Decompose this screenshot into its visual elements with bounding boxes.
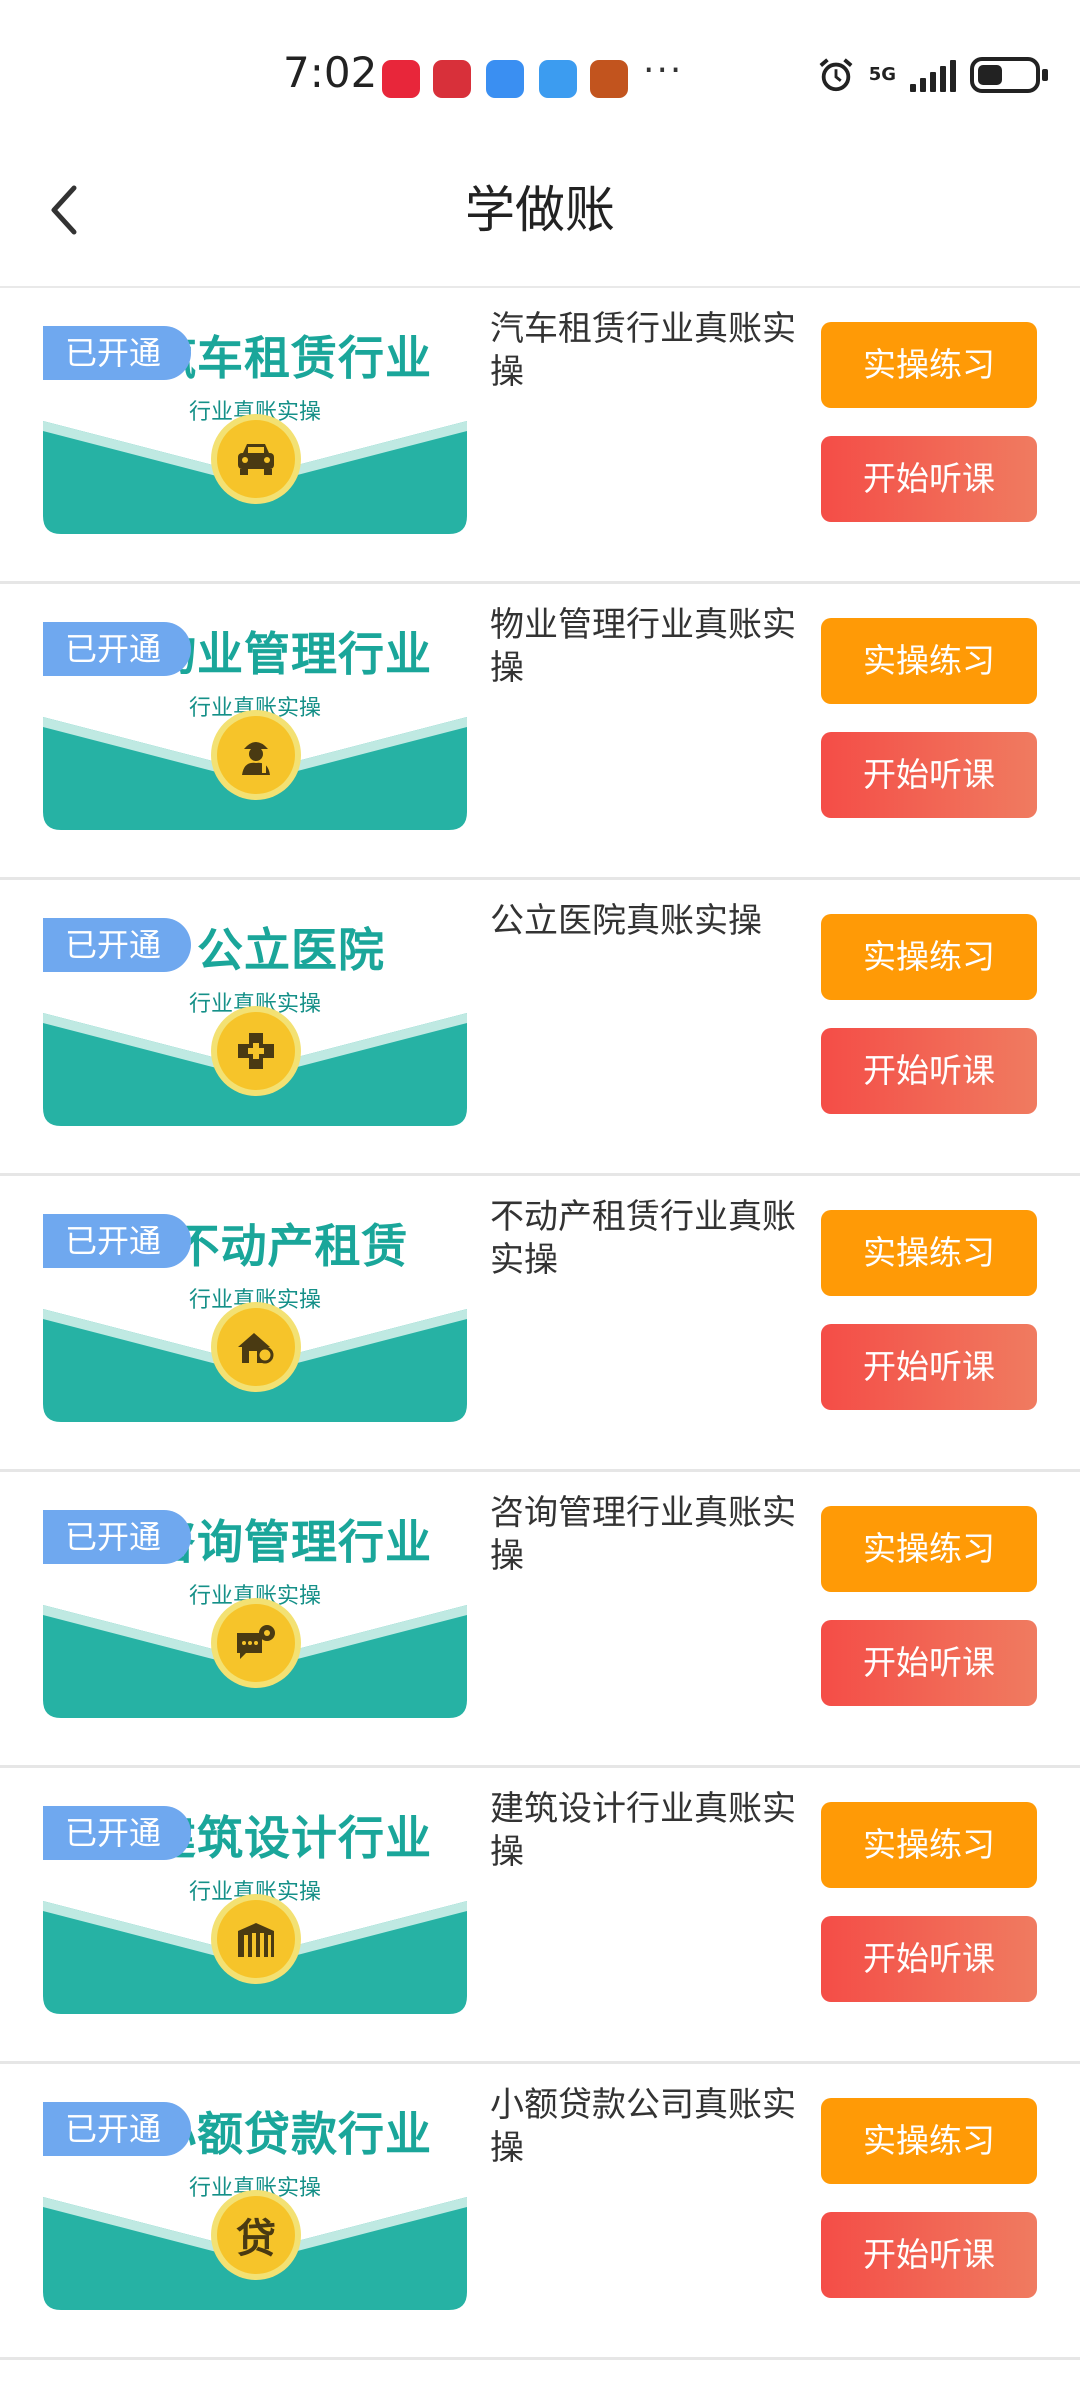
opened-badge: 已开通 bbox=[43, 622, 191, 676]
cloud-app-icon bbox=[486, 60, 524, 98]
medical-cross-icon bbox=[217, 1012, 295, 1090]
course-row: 物业管理行业 行业真账实操 已开通 物业管理行业真账实操 实操练习 开始听课 bbox=[0, 584, 1080, 880]
battery-icon bbox=[970, 57, 1048, 93]
loan-glyph: 贷 bbox=[236, 2215, 276, 2262]
more-notifications-icon: ··· bbox=[643, 50, 684, 91]
opened-badge: 已开通 bbox=[43, 1214, 191, 1268]
house-key-icon bbox=[217, 1308, 295, 1386]
course-row: 咨询管理行业 行业真账实操 已开通 咨询管理行业真账实操 实操练习 开始听课 bbox=[0, 1472, 1080, 1768]
course-row: 建筑设计行业 行业真账实操 已开通 建筑设计行业真账实操 实操练习 开始听课 bbox=[0, 1768, 1080, 2064]
start-listening-button[interactable]: 开始听课 bbox=[821, 1028, 1037, 1114]
practice-button[interactable]: 实操练习 bbox=[821, 618, 1037, 704]
course-name[interactable]: 物业管理行业真账实操 bbox=[490, 604, 800, 690]
opened-badge: 已开通 bbox=[43, 918, 191, 972]
course-row: 公立医院 行业真账实操 已开通 公立医院真账实操 实操练习 开始听课 bbox=[0, 880, 1080, 1176]
page-header: 学做账 bbox=[0, 130, 1080, 288]
course-row: 不动产租赁 行业真账实操 已开通 不动产租赁行业真账实操 实操练习 开始听课 bbox=[0, 1176, 1080, 1472]
opened-badge: 已开通 bbox=[43, 1510, 191, 1564]
signal-icon bbox=[910, 58, 956, 92]
course-name[interactable]: 建筑设计行业真账实操 bbox=[490, 1788, 800, 1874]
course-banner[interactable]: 公立医院 行业真账实操 已开通 bbox=[43, 908, 467, 1126]
course-name[interactable]: 小额贷款公司真账实操 bbox=[490, 2084, 800, 2170]
practice-button[interactable]: 实操练习 bbox=[821, 2098, 1037, 2184]
opened-badge: 已开通 bbox=[43, 326, 191, 380]
start-listening-button[interactable]: 开始听课 bbox=[821, 1324, 1037, 1410]
course-banner[interactable]: 汽车租赁行业 行业真账实操 已开通 bbox=[43, 316, 467, 534]
opened-badge: 已开通 bbox=[43, 2102, 191, 2156]
course-row: 小额贷款行业 行业真账实操 贷 已开通 小额贷款公司真账实操 实操练习 开始听课 bbox=[0, 2064, 1080, 2360]
practice-button[interactable]: 实操练习 bbox=[821, 1210, 1037, 1296]
course-banner[interactable]: 建筑设计行业 行业真账实操 已开通 bbox=[43, 1796, 467, 2014]
course-row: 汽车租赁行业 行业真账实操 已开通 汽车租赁行业真账实操 实操练习 开始听课 bbox=[0, 288, 1080, 584]
chat-gear-icon bbox=[217, 1604, 295, 1682]
start-listening-button[interactable]: 开始听课 bbox=[821, 436, 1037, 522]
game-app-icon bbox=[590, 60, 628, 98]
alarm-icon bbox=[819, 58, 853, 92]
course-name[interactable]: 汽车租赁行业真账实操 bbox=[490, 308, 800, 394]
start-listening-button[interactable]: 开始听课 bbox=[821, 2212, 1037, 2298]
course-name[interactable]: 咨询管理行业真账实操 bbox=[490, 1492, 800, 1578]
opened-badge: 已开通 bbox=[43, 1806, 191, 1860]
course-name[interactable]: 公立医院真账实操 bbox=[490, 900, 800, 943]
practice-button[interactable]: 实操练习 bbox=[821, 914, 1037, 1000]
practice-button[interactable]: 实操练习 bbox=[821, 1506, 1037, 1592]
start-listening-button[interactable]: 开始听课 bbox=[821, 732, 1037, 818]
worker-icon bbox=[217, 716, 295, 794]
status-time: 7:02 bbox=[283, 48, 378, 97]
course-banner[interactable]: 不动产租赁 行业真账实操 已开通 bbox=[43, 1204, 467, 1422]
course-list: 汽车租赁行业 行业真账实操 已开通 汽车租赁行业真账实操 实操练习 开始听课 物… bbox=[0, 288, 1080, 2360]
page-title: 学做账 bbox=[465, 181, 615, 239]
course-banner[interactable]: 小额贷款行业 行业真账实操 贷 已开通 bbox=[43, 2092, 467, 2310]
huawei-app-icon bbox=[433, 60, 471, 98]
weather-app-icon bbox=[539, 60, 577, 98]
course-name[interactable]: 不动产租赁行业真账实操 bbox=[490, 1196, 800, 1282]
course-banner[interactable]: 物业管理行业 行业真账实操 已开通 bbox=[43, 612, 467, 830]
status-bar: 7:02 ··· 5G bbox=[0, 0, 1080, 130]
practice-button[interactable]: 实操练习 bbox=[821, 1802, 1037, 1888]
start-listening-button[interactable]: 开始听课 bbox=[821, 1916, 1037, 2002]
network-type: 5G bbox=[868, 64, 896, 85]
building-icon bbox=[217, 1900, 295, 1978]
car-icon bbox=[217, 420, 295, 498]
practice-button[interactable]: 实操练习 bbox=[821, 322, 1037, 408]
start-listening-button[interactable]: 开始听课 bbox=[821, 1620, 1037, 1706]
loan-icon: 贷 bbox=[217, 2196, 295, 2274]
course-banner[interactable]: 咨询管理行业 行业真账实操 已开通 bbox=[43, 1500, 467, 1718]
xiaohongshu-app-icon bbox=[382, 60, 420, 98]
